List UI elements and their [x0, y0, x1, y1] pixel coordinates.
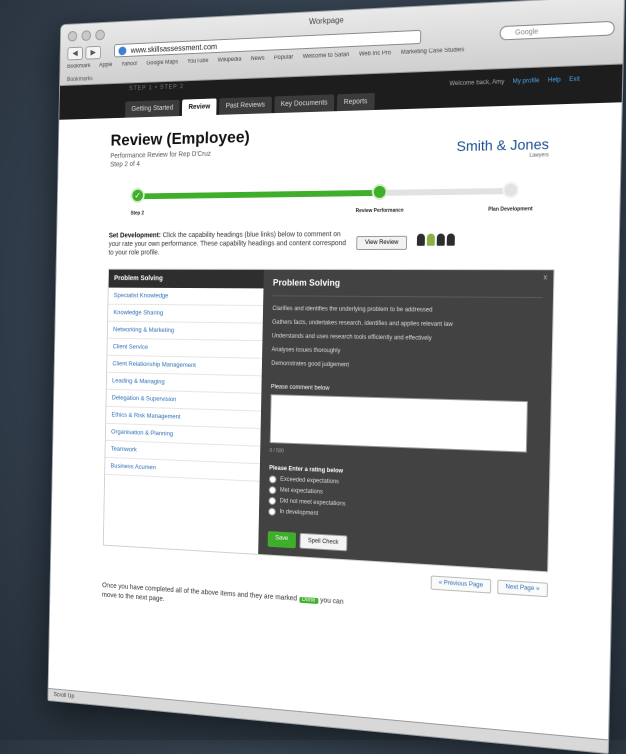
brand-logo: Smith & Jones Lawyers [456, 136, 549, 161]
step-label: Review Performance [355, 207, 404, 215]
welcome-text: Welcome back, Amy [449, 79, 505, 88]
tab-review[interactable]: Review [181, 98, 217, 116]
profile-link[interactable]: My profile [513, 78, 540, 85]
close-icon[interactable]: x [543, 275, 547, 282]
browser-search-input[interactable]: Google [499, 20, 615, 41]
category-list: Problem Solving Specialist Knowledge Kno… [103, 270, 264, 555]
tab-getting-started[interactable]: Getting Started [125, 99, 180, 118]
step-current-icon[interactable] [371, 183, 388, 201]
breadcrumb: STEP 1 • STEP 2 [129, 84, 184, 92]
radio-icon[interactable] [268, 508, 276, 517]
criteria-item: Clarifies and identifies the underlying … [272, 306, 433, 315]
radio-icon[interactable] [268, 486, 277, 495]
category-item[interactable]: Knowledge Sharing [108, 305, 264, 325]
instructions: Set Development: Click the capability he… [108, 229, 555, 258]
bookmark-item[interactable]: Marketing Case Studies [401, 47, 465, 56]
bookmark-item[interactable]: Bookmark [67, 63, 90, 70]
step-todo-icon[interactable] [502, 181, 520, 199]
rating-option-label: Did not meet expectations [279, 498, 346, 508]
radio-icon[interactable] [268, 497, 277, 506]
forward-icon[interactable]: ▶ [85, 45, 102, 60]
criteria-item: Analyses issues thoroughly [271, 347, 341, 355]
exit-link[interactable]: Exit [569, 77, 580, 84]
bookmark-item[interactable]: Apple [99, 62, 112, 68]
rating-option-label: Met expectations [279, 488, 323, 496]
nav-buttons: ◀ ▶ [67, 45, 102, 61]
tab-key-documents[interactable]: Key Documents [274, 94, 335, 114]
bookmark-item[interactable]: News [251, 56, 265, 62]
criteria-item: Demonstrates good judgement [271, 361, 350, 369]
save-button[interactable]: Save [267, 531, 296, 549]
tab-past-reviews[interactable]: Past Reviews [219, 96, 272, 115]
user-links: Welcome back, Amy My profile Help Exit [449, 77, 579, 88]
review-area: Problem Solving Specialist Knowledge Kno… [102, 269, 555, 573]
criteria-item: Gathers facts, undertakes research, iden… [272, 320, 453, 329]
step-label: Step 2 [130, 210, 144, 217]
page-content: Review (Employee) Performance Review for… [50, 102, 621, 636]
progress-track: ✓ [130, 181, 520, 204]
bookmark-item[interactable]: Yahoo! [121, 61, 137, 67]
bookmark-item[interactable]: Popular [274, 54, 294, 61]
back-icon[interactable]: ◀ [67, 46, 84, 61]
browser-tabs-strip[interactable]: Bookmarks [67, 76, 93, 83]
instructions-text: Set Development: Click the capability he… [108, 230, 347, 257]
progress-fill [130, 190, 380, 200]
globe-icon [118, 46, 127, 56]
view-review-button[interactable]: View Review [356, 235, 408, 251]
help-link[interactable]: Help [548, 77, 561, 84]
brand-name: Smith & Jones [456, 135, 550, 155]
progress-tracker: ✓ Step 2 Review Performance Plan Develop… [109, 169, 557, 228]
category-active[interactable]: Problem Solving [108, 270, 264, 289]
next-page-button[interactable]: Next Page » [497, 580, 549, 598]
people-icon [417, 233, 456, 247]
previous-page-button[interactable]: « Previous Page [430, 575, 492, 595]
spell-check-button[interactable]: Spell Check [299, 533, 348, 552]
bookmark-item[interactable]: YouTube [187, 58, 208, 65]
tab-reports[interactable]: Reports [336, 92, 375, 112]
rating-option-label: In development [279, 509, 319, 518]
bookmark-item[interactable]: Web Inc Pro [359, 50, 391, 57]
footer-note: Once you have completed all of the above… [102, 582, 349, 618]
done-badge: Done [298, 597, 319, 605]
comment-textarea[interactable] [269, 394, 528, 454]
url-text: www.skillsassessment.com [130, 42, 218, 55]
bookmark-item[interactable]: Google Maps [146, 59, 178, 66]
panel-actions: Save Spell Check [267, 531, 538, 563]
bookmark-item[interactable]: Welcome to Safari [303, 52, 350, 60]
capability-panel: x Problem Solving Clarifies and identifi… [258, 270, 554, 572]
category-item[interactable]: Specialist Knowledge [108, 288, 264, 307]
criteria-item: Understands and uses research tools effi… [271, 333, 432, 343]
step-done-icon[interactable]: ✓ [130, 187, 145, 204]
panel-title: Problem Solving [272, 278, 543, 299]
browser-window: Workpage ◀ ▶ www.skillsassessment.com Go… [47, 0, 626, 754]
bookmark-item[interactable]: Wikipedia [217, 57, 241, 64]
browser-status-bar: Scroll Up [48, 687, 609, 753]
stage: Workpage ◀ ▶ www.skillsassessment.com Go… [0, 0, 626, 754]
step-label: Plan Development [488, 206, 533, 214]
instructions-lead: Set Development: [108, 232, 161, 240]
rating-option-label: Exceeded expectations [280, 477, 340, 486]
radio-icon[interactable] [268, 475, 277, 484]
